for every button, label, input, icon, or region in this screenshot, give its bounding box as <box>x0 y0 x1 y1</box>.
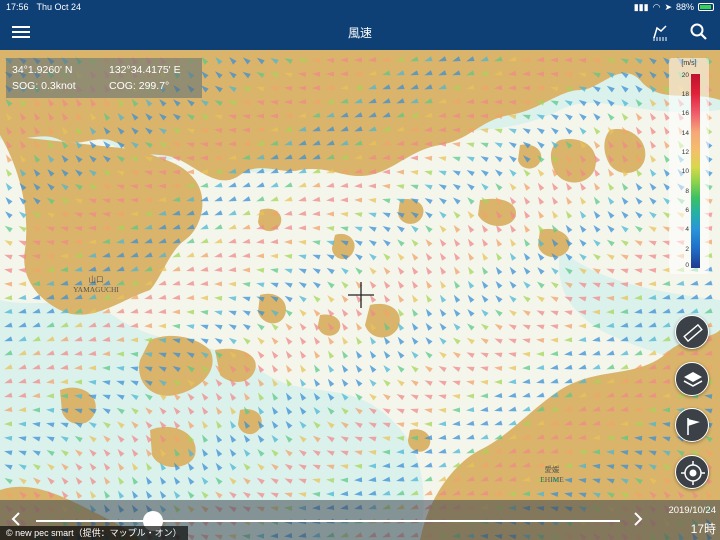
page-title: 風速 <box>347 26 372 40</box>
speed-over-ground: SOG: 0.3knot <box>12 80 76 92</box>
weather-icon[interactable] <box>650 22 670 42</box>
legend-tick: 18 <box>681 91 689 98</box>
flag-icon <box>687 418 700 435</box>
chevron-right-icon[interactable] <box>630 510 646 528</box>
wind-speed-legend: [m/s] 20 18 16 14 12 10 8 6 4 2 0 <box>669 58 709 274</box>
legend-tick: 14 <box>681 130 689 137</box>
legend-tick: 4 <box>685 226 689 233</box>
locate-icon <box>681 461 705 485</box>
legend-tick: 2 <box>685 246 689 253</box>
map-label-ehime-jp: 愛媛 <box>544 465 560 474</box>
legend-tick: 16 <box>681 110 689 117</box>
status-right: ▮▮▮ ◠ ➤ 88% <box>634 2 714 13</box>
map-label-yamaguchi: 山口 YAMAGUCHI <box>66 274 126 294</box>
map-label-yamaguchi-jp: 山口 <box>88 275 104 284</box>
wifi-icon: ◠ <box>652 1 661 12</box>
longitude: 132°34.4175' E <box>109 64 181 76</box>
legend-tick: 8 <box>685 188 689 195</box>
search-icon[interactable] <box>689 22 709 42</box>
map-credit: © new pec smart（提供：マップル・オン） <box>0 526 188 540</box>
battery-percent: 88% <box>675 2 694 12</box>
status-date: Thu Oct 24 <box>36 2 82 12</box>
legend-unit: [m/s] <box>681 60 697 67</box>
locate-button[interactable] <box>675 455 709 489</box>
location-icon: ➤ <box>664 1 672 12</box>
map-label-yamaguchi-en: YAMAGUCHI <box>73 285 119 294</box>
crosshair-icon <box>348 282 374 308</box>
status-time: 17:56 <box>6 2 29 12</box>
map-label-ehime-en: EHIME <box>540 475 564 484</box>
layers-button[interactable] <box>675 362 709 396</box>
status-bar: 17:56 Thu Oct 24 ▮▮▮ ◠ ➤ 88% <box>0 0 720 14</box>
legend-tick: 0 <box>685 262 689 269</box>
timeline-track[interactable] <box>36 520 620 522</box>
forecast-date: 2019/10/24 <box>668 505 716 516</box>
flag-button[interactable] <box>675 408 709 442</box>
ruler-icon <box>683 323 703 343</box>
forecast-hour: 17時 <box>690 522 716 536</box>
nav-bar: 風速 <box>0 14 720 50</box>
battery-icon <box>698 3 714 11</box>
legend-tick: 10 <box>681 168 689 175</box>
ruler-button[interactable] <box>675 315 709 349</box>
legend-tick: 20 <box>681 72 689 79</box>
layers-icon <box>683 372 703 387</box>
map-label-ehime: 愛媛 EHIME <box>522 464 582 484</box>
course-over-ground: COG: 299.7° <box>109 80 170 92</box>
position-panel: 34°1.9260' N 132°34.4175' E SOG: 0.3knot… <box>6 58 202 98</box>
latitude: 34°1.9260' N <box>12 64 73 76</box>
legend-tick: 6 <box>685 207 689 214</box>
legend-tick: 12 <box>681 149 689 156</box>
signal-icon: ▮▮▮ <box>633 1 649 12</box>
legend-color-bar <box>691 74 700 268</box>
